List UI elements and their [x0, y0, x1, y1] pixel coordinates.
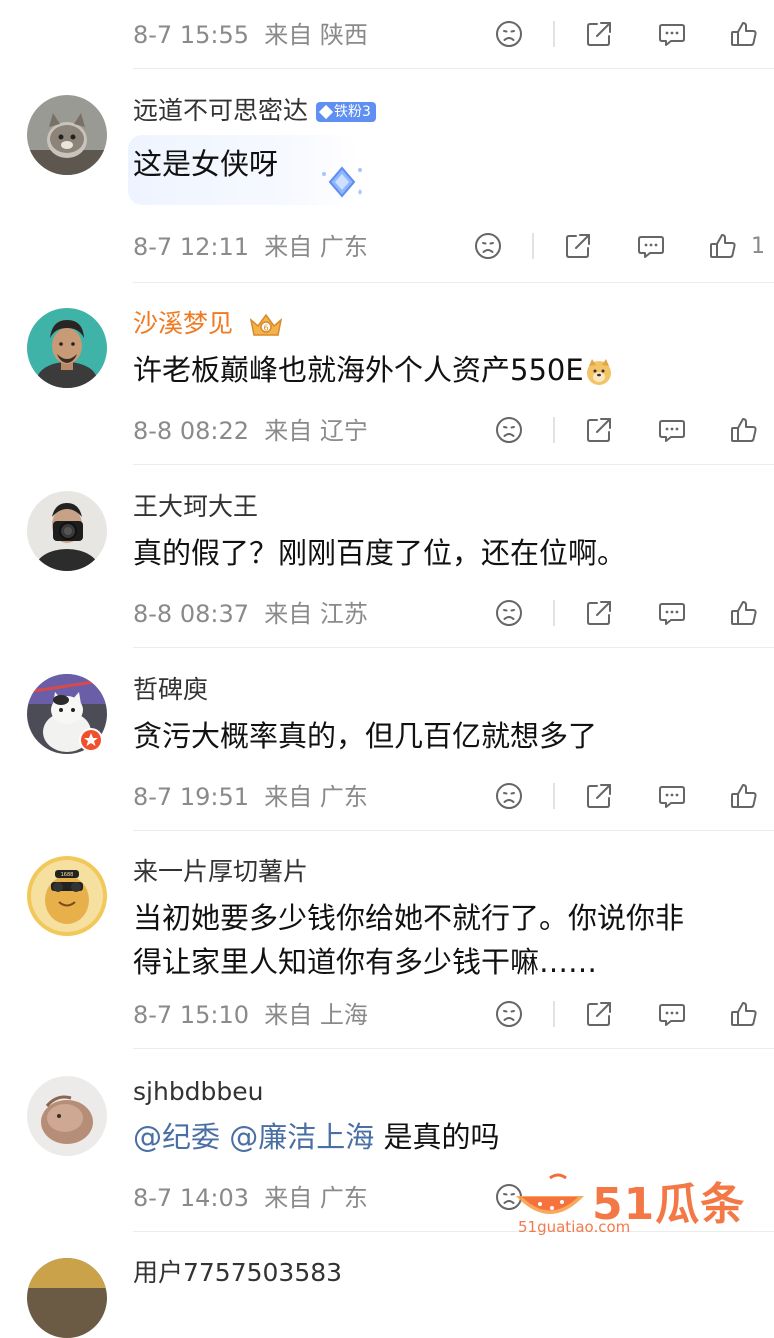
comment-button[interactable]	[655, 779, 689, 813]
dislike-face-icon	[494, 999, 524, 1029]
username[interactable]: 沙溪梦见 6	[133, 309, 285, 340]
avatar[interactable]: 1688	[27, 856, 107, 936]
row-divider	[133, 1048, 774, 1049]
comment-time: 8-8 08:22 来自 辽宁	[133, 417, 368, 445]
divider	[532, 233, 534, 259]
dislike-face-icon	[494, 415, 524, 445]
doge-emoji-icon	[586, 359, 611, 385]
comment-meta-row: 8-7 12:11 来自 广东 1	[0, 216, 774, 276]
avatar[interactable]	[27, 1076, 107, 1156]
comment-content: 许老板巅峰也就海外个人资产550E	[133, 348, 754, 392]
like-button[interactable]	[727, 596, 761, 630]
share-icon	[584, 781, 614, 811]
comment-icon	[657, 415, 687, 445]
like-thumb-icon	[729, 598, 759, 628]
like-thumb-icon	[708, 231, 738, 261]
username[interactable]: 哲碑庾	[133, 675, 208, 705]
comment-button[interactable]	[655, 413, 689, 447]
like-button[interactable]	[727, 413, 761, 447]
comment-content: @纪委 @廉洁上海 是真的吗	[133, 1120, 500, 1154]
comment-icon	[657, 598, 687, 628]
dislike-face-icon	[494, 781, 524, 811]
share-button[interactable]	[582, 997, 616, 1031]
row-divider	[133, 830, 774, 831]
username[interactable]: 远道不可思密达 铁粉3	[133, 96, 376, 126]
dislike-face-icon	[473, 231, 503, 261]
divider	[553, 417, 555, 443]
divider	[553, 1001, 555, 1027]
username[interactable]: 王大珂大王	[133, 492, 258, 522]
comment-content: 当初她要多少钱你给她不就行了。你说你非 得让家里人知道你有多少钱干嘛……	[133, 896, 754, 984]
comment-time: 8-7 15:10 来自 上海	[133, 1001, 368, 1029]
like-count: 1	[751, 234, 765, 259]
share-button[interactable]	[561, 229, 595, 263]
comment-icon	[657, 781, 687, 811]
share-icon	[584, 999, 614, 1029]
comment-content: 真的假了？刚刚百度了位，还在位啊。	[133, 536, 627, 570]
dislike-button[interactable]	[492, 596, 526, 630]
svg-text:1688: 1688	[61, 872, 74, 878]
comment-meta-row: 8-8 08:37 来自 江苏	[0, 583, 774, 643]
divider	[553, 600, 555, 626]
mention-link[interactable]: @廉洁上海	[229, 1120, 374, 1154]
like-button[interactable]	[727, 779, 761, 813]
comment-content-line: 得让家里人知道你有多少钱干嘛……	[133, 945, 598, 979]
watermark-url: 51guatiao.com	[518, 1218, 631, 1236]
like-thumb-icon	[729, 999, 759, 1029]
watermark-logo: 51瓜条 51guatiao.com	[510, 1168, 770, 1238]
like-thumb-icon	[729, 415, 759, 445]
comment-icon	[636, 231, 666, 261]
comment-time: 8-7 14:03 来自 广东	[133, 1184, 368, 1212]
avatar[interactable]	[27, 1258, 107, 1338]
like-thumb-icon	[729, 781, 759, 811]
username[interactable]: 用户7757503583	[133, 1258, 342, 1288]
comment-meta-row: 8-7 19:51 来自 广东	[0, 766, 774, 826]
comment-item: 远道不可思密达 铁粉3 这是女侠呀 8-7 12:11 来自 广东 1	[0, 0, 774, 280]
share-button[interactable]	[582, 596, 616, 630]
dislike-button[interactable]	[492, 413, 526, 447]
username[interactable]: 来一片厚切薯片	[133, 857, 308, 887]
avatar[interactable]	[27, 95, 107, 175]
divider	[553, 783, 555, 809]
like-button[interactable]	[706, 229, 740, 263]
comment-button[interactable]	[634, 229, 668, 263]
share-icon	[584, 598, 614, 628]
comment-time: 8-7 12:11 来自 广东	[133, 233, 368, 261]
comment-content-line: 当初她要多少钱你给她不就行了。你说你非	[133, 901, 685, 935]
comment-meta-row: 8-8 08:22 来自 辽宁	[0, 400, 774, 460]
dislike-face-icon	[494, 598, 524, 628]
mention-link[interactable]: @纪委	[133, 1120, 220, 1154]
row-divider	[133, 282, 774, 283]
comment-meta-row: 8-7 15:10 来自 上海	[0, 984, 774, 1044]
comment-content: 这是女侠呀	[133, 147, 279, 181]
avatar[interactable]	[27, 308, 107, 388]
comment-time: 8-8 08:37 来自 江苏	[133, 600, 368, 628]
like-button[interactable]	[727, 997, 761, 1031]
diamond-icon	[318, 104, 334, 120]
avatar[interactable]	[27, 491, 107, 571]
share-button[interactable]	[582, 413, 616, 447]
share-icon	[584, 415, 614, 445]
share-icon	[563, 231, 593, 261]
verified-badge-icon	[79, 728, 103, 752]
comment-button[interactable]	[655, 997, 689, 1031]
dislike-button[interactable]	[492, 997, 526, 1031]
share-button[interactable]	[582, 779, 616, 813]
vip-crown-icon: 6	[249, 313, 283, 336]
fan-badge[interactable]: 铁粉3	[316, 102, 376, 122]
comment-content: 贪污大概率真的，但几百亿就想多了	[133, 719, 598, 753]
row-divider	[133, 464, 774, 465]
svg-text:6: 6	[263, 324, 268, 333]
dislike-button[interactable]	[471, 229, 505, 263]
username[interactable]: sjhbdbbeu	[133, 1077, 264, 1107]
dislike-button[interactable]	[492, 779, 526, 813]
comment-time: 8-7 19:51 来自 广东	[133, 783, 368, 811]
comment-button[interactable]	[655, 596, 689, 630]
comment-icon	[657, 999, 687, 1029]
row-divider	[133, 647, 774, 648]
